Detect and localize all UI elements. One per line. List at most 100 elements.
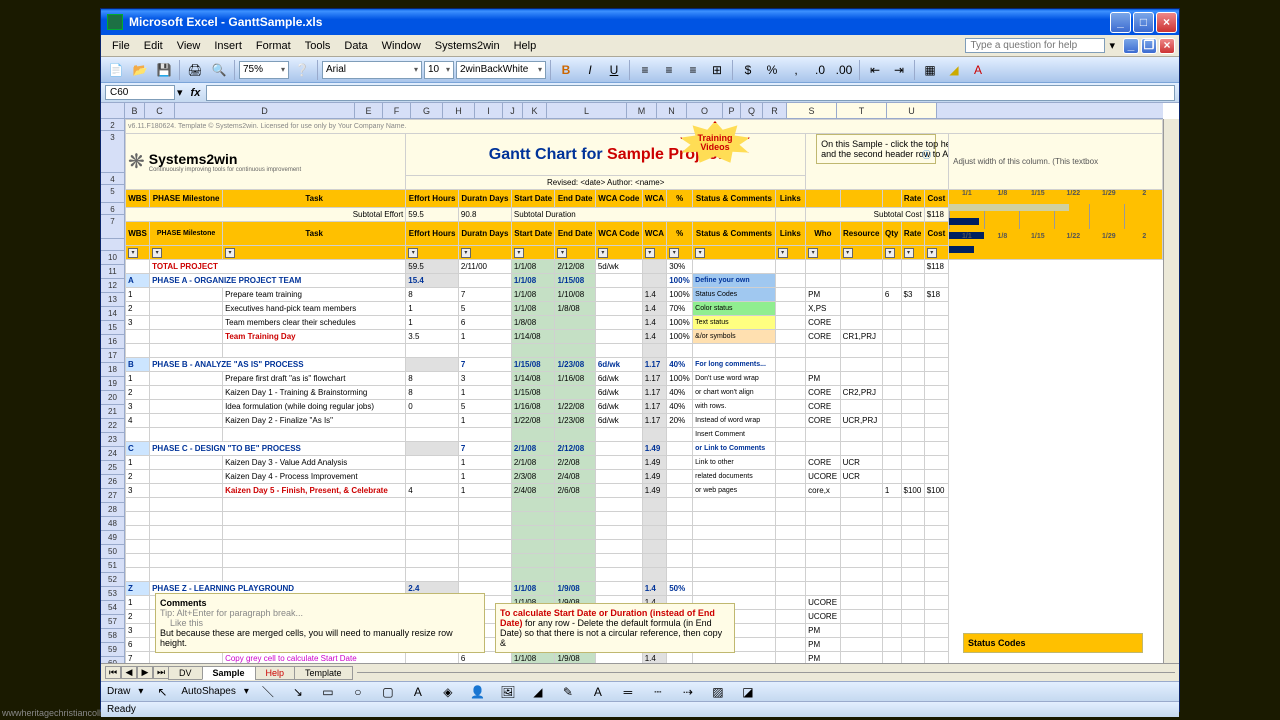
workbook-minimize-button[interactable]: _ — [1123, 38, 1139, 54]
row-header[interactable]: 21 — [101, 405, 124, 419]
col-header[interactable]: N — [657, 103, 687, 118]
col-header[interactable]: S — [787, 103, 837, 118]
arrow-style-icon[interactable]: ⇢ — [677, 681, 699, 703]
row-header[interactable]: 27 — [101, 489, 124, 503]
textbox-icon[interactable]: ▢ — [377, 681, 399, 703]
table-row[interactable]: 3Kaizen Day 5 - Finish, Present, & Celeb… — [126, 484, 1163, 498]
open-icon[interactable]: 📂 — [129, 59, 151, 81]
draw-menu[interactable]: Draw — [107, 686, 130, 697]
row-header[interactable]: 26 — [101, 475, 124, 489]
table-row[interactable]: 4Kaizen Day 2 - Finalize "As Is"11/22/08… — [126, 414, 1163, 428]
row-header[interactable]: 57 — [101, 615, 124, 629]
row-header[interactable]: 53 — [101, 587, 124, 601]
sheet-tab-dv[interactable]: DV — [168, 666, 203, 680]
table-row[interactable]: APHASE A - ORGANIZE PROJECT TEAM15.41/1/… — [126, 274, 1163, 288]
row-header[interactable]: 54 — [101, 601, 124, 615]
workbook-restore-button[interactable]: ❐ — [1141, 38, 1157, 54]
row-header[interactable]: 14 — [101, 307, 124, 321]
row-header[interactable]: 48 — [101, 517, 124, 531]
col-header[interactable]: B — [125, 103, 145, 118]
increase-indent-icon[interactable]: ⇥ — [888, 59, 910, 81]
table-row[interactable]: 3Idea formulation (while doing regular j… — [126, 400, 1163, 414]
table-row[interactable]: Team Training Day3.511/14/081.4100%&/or … — [126, 330, 1163, 344]
menu-tools[interactable]: Tools — [298, 38, 338, 54]
menu-insert[interactable]: Insert — [207, 38, 249, 54]
font-name-combo[interactable]: Arial — [322, 61, 422, 79]
col-header[interactable]: H — [443, 103, 475, 118]
table-row[interactable]: 2Kaizen Day 4 - Process Improvement12/3/… — [126, 470, 1163, 484]
table-row[interactable]: 1Kaizen Day 3 - Value Add Analysis12/1/0… — [126, 456, 1163, 470]
help-icon[interactable]: ❔ — [291, 59, 313, 81]
col-header[interactable]: G — [411, 103, 443, 118]
table-row[interactable]: 1Prepare team training871/1/081/10/081.4… — [126, 288, 1163, 302]
menu-file[interactable]: File — [105, 38, 137, 54]
row-header[interactable]: 11 — [101, 265, 124, 279]
row-header[interactable]: 60 — [101, 657, 124, 663]
menu-format[interactable]: Format — [249, 38, 298, 54]
underline-icon[interactable]: U — [603, 59, 625, 81]
3d-icon[interactable]: ◪ — [737, 681, 759, 703]
table-row[interactable] — [126, 512, 1163, 526]
col-header[interactable]: M — [627, 103, 657, 118]
tab-last-icon[interactable]: ⏭ — [153, 666, 169, 679]
currency-icon[interactable]: $ — [737, 59, 759, 81]
autoshapes-menu[interactable]: AutoShapes — [181, 686, 236, 697]
bold-icon[interactable]: B — [555, 59, 577, 81]
col-header[interactable]: D — [175, 103, 355, 118]
oval-icon[interactable]: ○ — [347, 681, 369, 703]
tab-first-icon[interactable]: ⏮ — [105, 666, 121, 679]
row-header[interactable]: 58 — [101, 629, 124, 643]
row-header[interactable]: 15 — [101, 321, 124, 335]
line-color-icon[interactable]: ✎ — [557, 681, 579, 703]
table-row[interactable]: 1Prepare first draft "as is" flowchart83… — [126, 372, 1163, 386]
zoom-combo[interactable]: 75% — [239, 61, 289, 79]
increase-decimal-icon[interactable]: .00 — [833, 59, 855, 81]
table-row[interactable]: 2Executives hand-pick team members151/1/… — [126, 302, 1163, 316]
col-header[interactable]: U — [887, 103, 937, 118]
borders-icon[interactable]: ▦ — [919, 59, 941, 81]
row-header[interactable]: 10 — [101, 251, 124, 265]
row-header[interactable]: 18 — [101, 363, 124, 377]
col-header[interactable]: C — [145, 103, 175, 118]
row-header[interactable]: 13 — [101, 293, 124, 307]
sheet-tab-template[interactable]: Template — [294, 666, 353, 680]
line-icon[interactable]: ＼ — [257, 681, 279, 703]
table-row[interactable]: 7Copy grey cell to calculate Start Date6… — [126, 652, 1163, 664]
row-header[interactable]: 52 — [101, 573, 124, 587]
rectangle-icon[interactable]: ▭ — [317, 681, 339, 703]
decrease-indent-icon[interactable]: ⇤ — [864, 59, 886, 81]
align-center-icon[interactable]: ≡ — [658, 59, 680, 81]
table-row[interactable] — [126, 344, 1163, 358]
fill-color-icon[interactable]: ◢ — [943, 59, 965, 81]
fx-icon[interactable]: fx — [191, 87, 201, 99]
picture-icon[interactable]: 🖼 — [497, 681, 519, 703]
font-color-draw-icon[interactable]: A — [587, 681, 609, 703]
filter-dropdown-icon[interactable]: ▾ — [128, 248, 138, 258]
row-header[interactable]: 25 — [101, 461, 124, 475]
table-row[interactable]: Insert Comment — [126, 428, 1163, 442]
tab-next-icon[interactable]: ▶ — [137, 666, 153, 679]
col-header[interactable]: P — [723, 103, 741, 118]
table-row[interactable] — [126, 526, 1163, 540]
row-header[interactable]: 17 — [101, 349, 124, 363]
merge-icon[interactable]: ⊞ — [706, 59, 728, 81]
row-header[interactable]: 12 — [101, 279, 124, 293]
col-header[interactable]: F — [383, 103, 411, 118]
name-box[interactable]: C60 — [105, 85, 175, 100]
cells-grid[interactable]: v6.11.F180624. Template © Systems2win. L… — [125, 119, 1163, 663]
wordart-icon[interactable]: A — [407, 681, 429, 703]
select-objects-icon[interactable]: ↖ — [151, 681, 173, 703]
info-icon[interactable]: ⓘ — [922, 148, 931, 161]
percent-icon[interactable]: % — [761, 59, 783, 81]
formula-input[interactable] — [206, 85, 1175, 101]
style-combo[interactable]: 2winBackWhite — [456, 61, 546, 79]
sheet-tab-help[interactable]: Help — [255, 666, 296, 680]
row-header[interactable]: 23 — [101, 433, 124, 447]
col-header[interactable]: L — [547, 103, 627, 118]
menu-systems2win[interactable]: Systems2win — [428, 38, 507, 54]
row-header[interactable]: 24 — [101, 447, 124, 461]
new-icon[interactable]: 📄 — [105, 59, 127, 81]
row-header[interactable]: 20 — [101, 391, 124, 405]
comma-icon[interactable]: , — [785, 59, 807, 81]
col-header[interactable]: Q — [741, 103, 763, 118]
